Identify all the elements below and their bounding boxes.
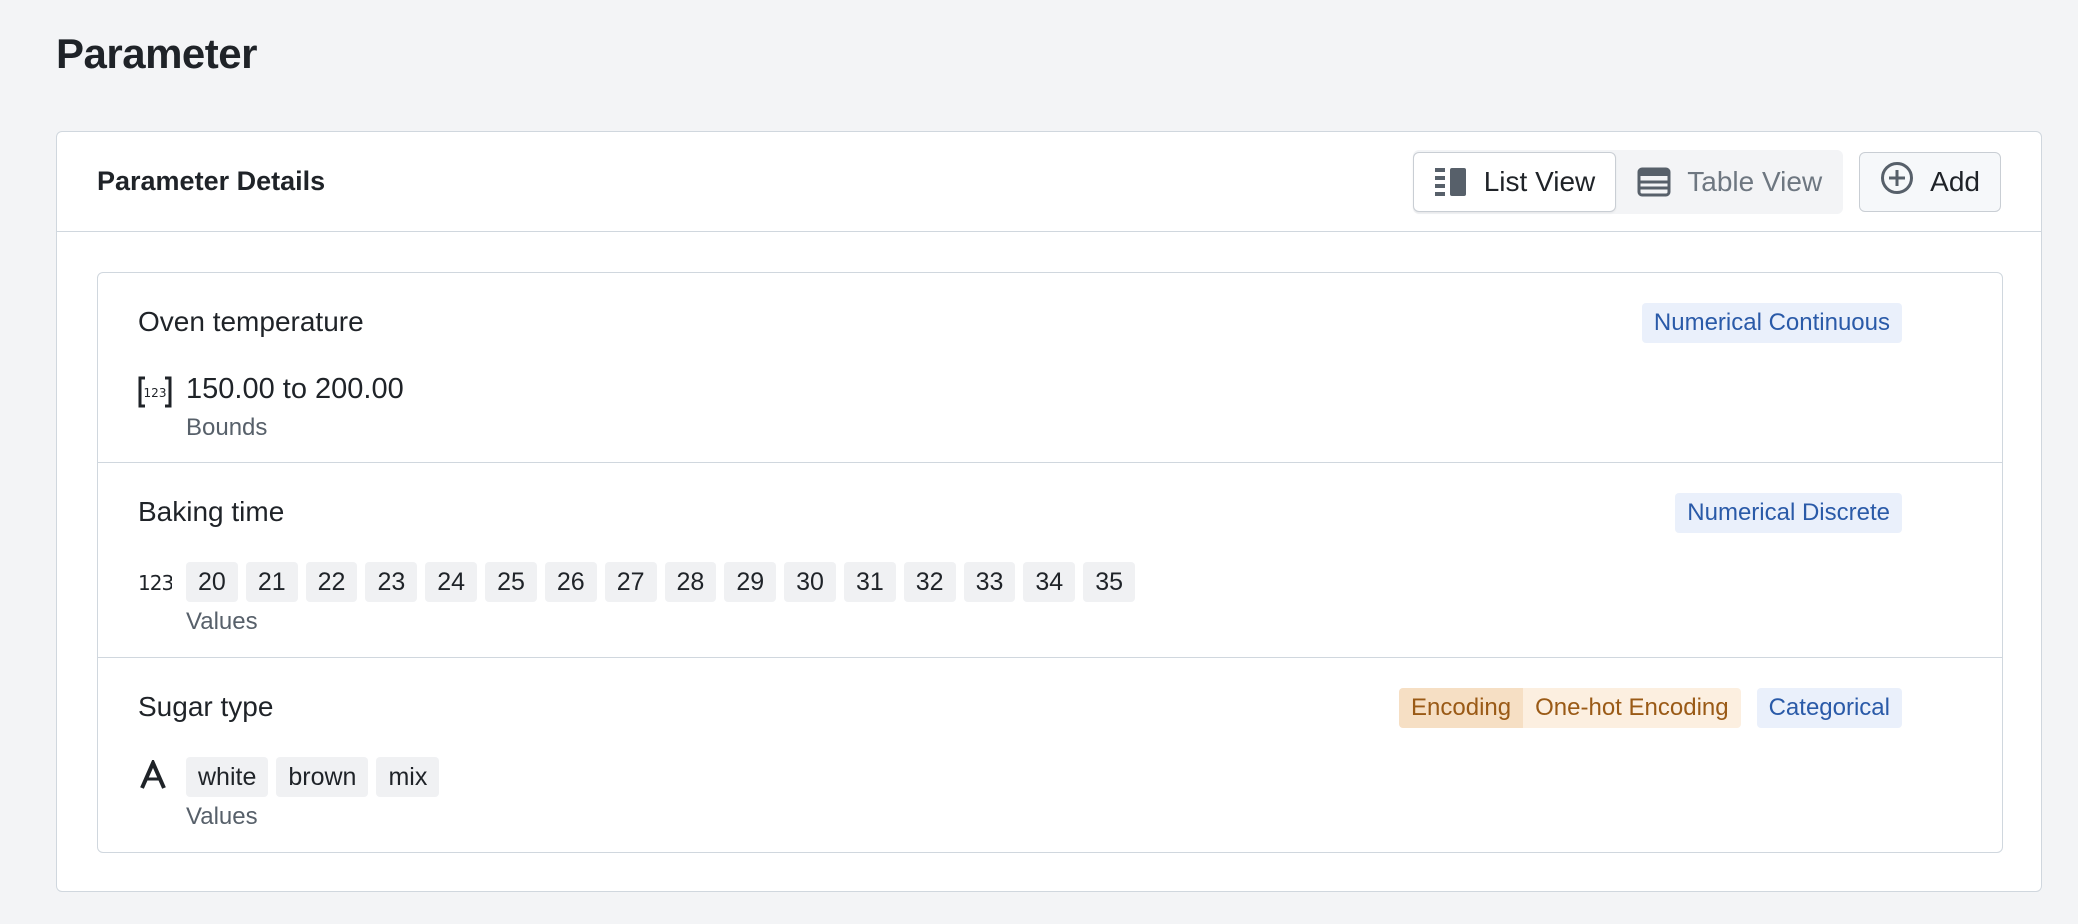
value-chip: 24 <box>425 562 478 602</box>
type-badge: Numerical Discrete <box>1675 493 1902 533</box>
parameter-name: Oven temperature <box>138 306 364 337</box>
bounds-123-icon: 123 <box>138 375 172 414</box>
bounds-value: 150.00 to 200.00 <box>186 373 404 405</box>
page-title: Parameter <box>56 30 257 77</box>
parameter-badges: Numerical Discrete <box>1675 493 1902 533</box>
value-chip: 20 <box>186 562 238 602</box>
value-chip: 26 <box>544 562 597 602</box>
panel-title: Parameter Details <box>97 166 326 196</box>
encoding-badge: Encoding One-hot Encoding <box>1399 688 1741 728</box>
bounds-label: Bounds <box>186 414 268 441</box>
value-chip: 29 <box>724 562 777 602</box>
parameter-list: Oven temperature Numerical Continuous 12… <box>97 272 2003 853</box>
numeric-123-icon: 123 <box>138 569 174 600</box>
panel-header: Parameter Details List View Table View A… <box>57 132 2041 232</box>
bounds-row: 150.00 to 200.00 <box>186 373 404 406</box>
text-a-icon <box>138 758 168 795</box>
parameter-badges: Numerical Continuous <box>1641 303 1902 343</box>
parameter-item[interactable]: Baking time Numerical Discrete 123 20 21 2… <box>98 463 2002 658</box>
list-view-button[interactable]: List View <box>1412 151 1617 212</box>
values-label: Values <box>186 803 258 830</box>
value-chip: 33 <box>963 562 1016 602</box>
plus-circle-icon <box>1880 161 1914 202</box>
value-chip: 21 <box>245 562 298 602</box>
add-button[interactable]: Add <box>1859 151 2001 212</box>
list-view-icon <box>1434 166 1468 198</box>
svg-text:123: 123 <box>138 571 172 595</box>
parameter-item[interactable]: Oven temperature Numerical Continuous 12… <box>98 273 2002 463</box>
parameter-details-panel: Parameter Details List View Table View A… <box>56 131 2042 892</box>
type-badge: Numerical Continuous <box>1641 303 1902 343</box>
parameter-badges: Encoding One-hot Encoding Categorical <box>1399 688 1902 728</box>
value-chip: mix <box>376 757 440 797</box>
value-chip: 25 <box>485 562 537 602</box>
value-chip: 30 <box>784 562 836 602</box>
table-view-button[interactable]: Table View <box>1616 152 1843 212</box>
value-chip: brown <box>276 757 369 797</box>
add-label: Add <box>1930 165 1980 197</box>
parameter-item[interactable]: Sugar type Encoding One-hot Encoding Cat… <box>98 658 2002 852</box>
table-view-label: Table View <box>1687 165 1823 197</box>
type-badge: Categorical <box>1756 688 1902 728</box>
encoding-badge-label: Encoding <box>1399 688 1524 728</box>
svg-text:123: 123 <box>144 386 167 400</box>
values-label: Values <box>186 608 258 635</box>
value-chip: 34 <box>1023 562 1076 602</box>
table-view-icon <box>1637 167 1671 197</box>
list-view-label: List View <box>1483 165 1596 197</box>
value-chip: 32 <box>903 562 956 602</box>
header-actions: List View Table View Add <box>1412 149 2001 214</box>
value-chip: 31 <box>843 562 896 602</box>
parameter-name: Baking time <box>138 496 285 527</box>
value-chip: 28 <box>664 562 717 602</box>
values-row: 20 21 22 23 24 25 26 27 28 29 30 31 32 33 34 35 <box>186 562 1135 602</box>
encoding-badge-value: One-hot Encoding <box>1523 688 1741 728</box>
view-toggle: List View Table View <box>1412 149 1844 214</box>
value-chip: 35 <box>1083 562 1135 602</box>
value-chip: 23 <box>365 562 418 602</box>
value-chip: white <box>186 757 269 797</box>
value-chip: 22 <box>305 562 358 602</box>
values-row: white brown mix <box>186 757 440 797</box>
parameter-name: Sugar type <box>138 691 274 722</box>
value-chip: 27 <box>604 562 657 602</box>
